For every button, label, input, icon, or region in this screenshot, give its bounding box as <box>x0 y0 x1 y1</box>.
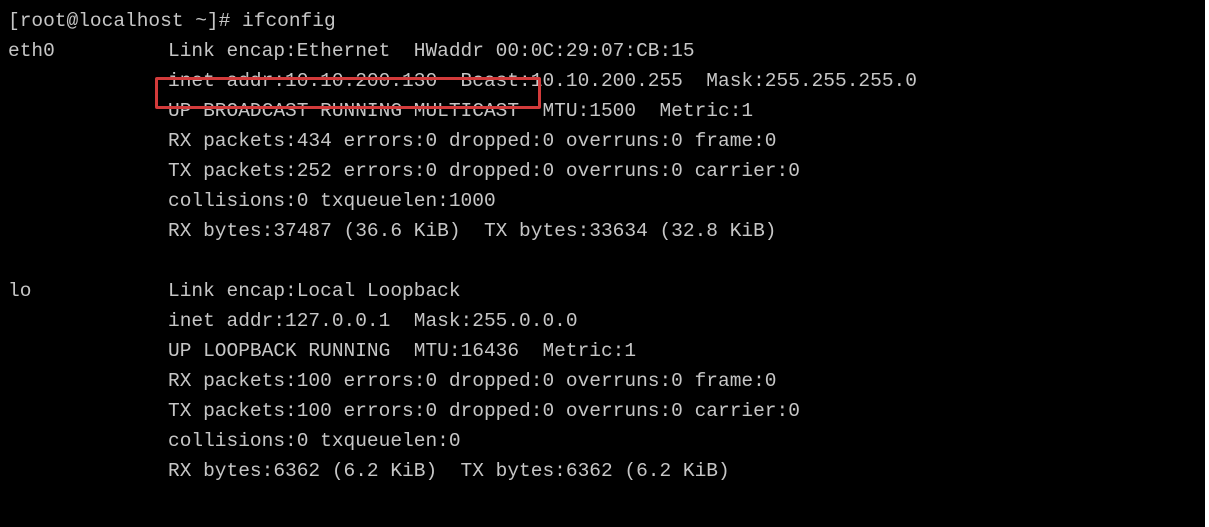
lo-line-5: TX packets:100 errors:0 dropped:0 overru… <box>8 396 800 426</box>
eth0-line-4: RX packets:434 errors:0 dropped:0 overru… <box>8 126 777 156</box>
lo-collisions: collisions:0 txqueuelen:0 <box>168 430 461 452</box>
eth0-line-6: collisions:0 txqueuelen:1000 <box>8 186 496 216</box>
lo-flags: UP LOOPBACK RUNNING MTU:16436 Metric:1 <box>168 340 637 362</box>
command-prompt-line: [root@localhost ~]# ifconfig <box>8 10 336 32</box>
lo-bytes: RX bytes:6362 (6.2 KiB) TX bytes:6362 (6… <box>168 460 730 482</box>
lo-line-3: UP LOOPBACK RUNNING MTU:16436 Metric:1 <box>8 336 636 366</box>
interface-name-eth0: eth0 <box>8 40 55 62</box>
lo-tx-packets: TX packets:100 errors:0 dropped:0 overru… <box>168 400 800 422</box>
terminal-window[interactable]: [root@localhost ~]# ifconfig eth0 Link en… <box>0 0 1205 527</box>
lo-line-4: RX packets:100 errors:0 dropped:0 overru… <box>8 366 777 396</box>
inet-addr-highlight-box <box>155 77 541 109</box>
eth0-link-encap: Link encap:Ethernet HWaddr 00:0C:29:07:C… <box>168 40 695 62</box>
lo-line-2: inet addr:127.0.0.1 Mask:255.0.0.0 <box>8 306 578 336</box>
eth0-tx-packets: TX packets:252 errors:0 dropped:0 overru… <box>168 160 800 182</box>
lo-line-1: lo Link encap:Local Loopback <box>8 276 461 306</box>
lo-line-7: RX bytes:6362 (6.2 KiB) TX bytes:6362 (6… <box>8 456 730 486</box>
interface-name-lo: lo <box>8 280 32 302</box>
eth0-collisions: collisions:0 txqueuelen:1000 <box>168 190 496 212</box>
lo-rx-packets: RX packets:100 errors:0 dropped:0 overru… <box>168 370 777 392</box>
eth0-bytes: RX bytes:37487 (36.6 KiB) TX bytes:33634… <box>168 220 777 242</box>
eth0-line-5: TX packets:252 errors:0 dropped:0 overru… <box>8 156 800 186</box>
eth0-line-1: eth0 Link encap:Ethernet HWaddr 00:0C:29:… <box>8 36 695 66</box>
lo-link-encap: Link encap:Local Loopback <box>168 280 461 302</box>
lo-line-6: collisions:0 txqueuelen:0 <box>8 426 461 456</box>
eth0-line-7: RX bytes:37487 (36.6 KiB) TX bytes:33634… <box>8 216 777 246</box>
eth0-rx-packets: RX packets:434 errors:0 dropped:0 overru… <box>168 130 777 152</box>
lo-inet-addr: inet addr:127.0.0.1 Mask:255.0.0.0 <box>168 310 578 332</box>
image-border <box>1205 0 1209 527</box>
